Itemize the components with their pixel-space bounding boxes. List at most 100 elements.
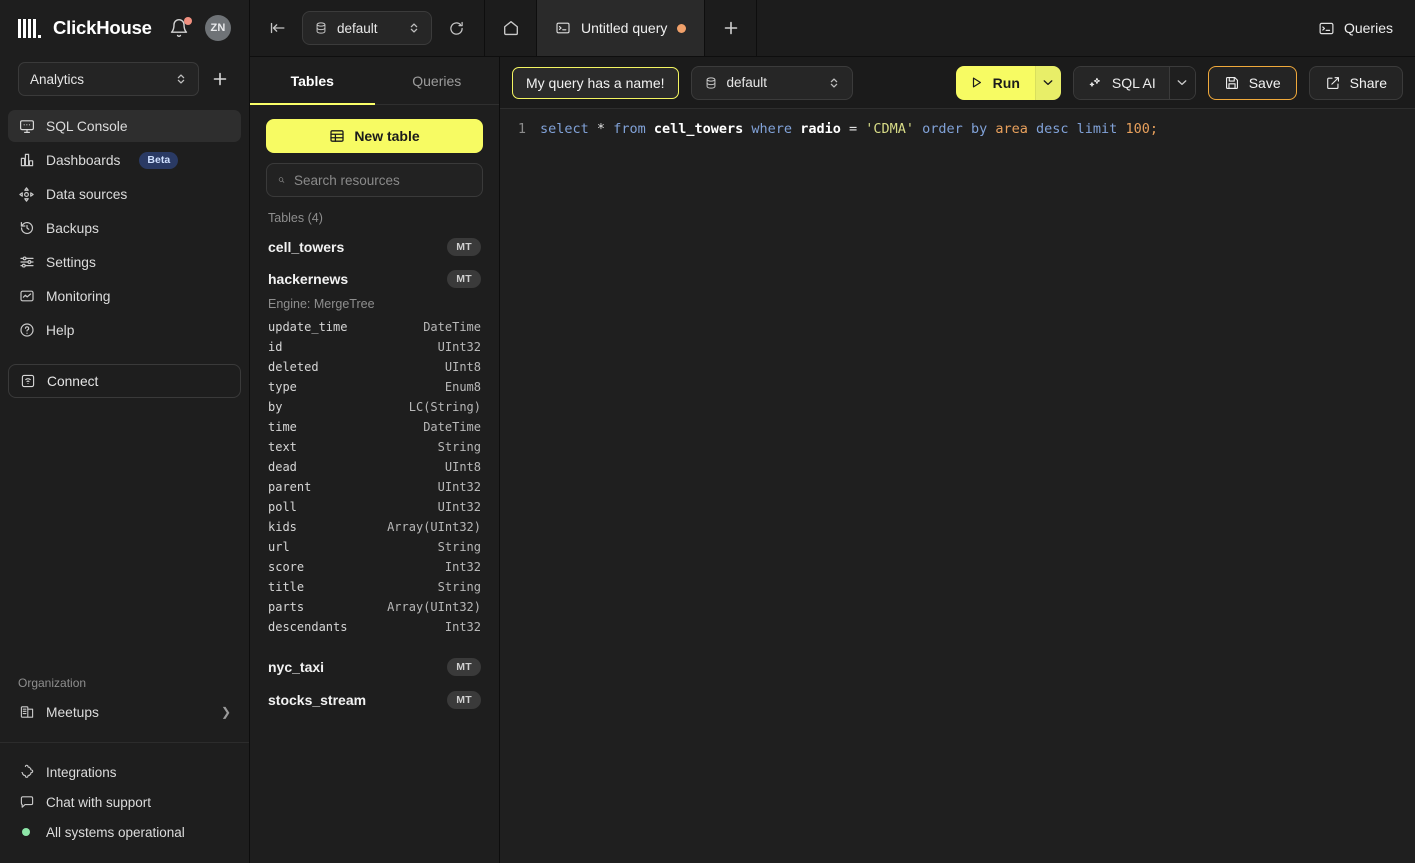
sql-editor[interactable]: 1 select * from cell_towers where radio … <box>500 109 1415 863</box>
column-name: type <box>268 380 445 394</box>
column-row: descendantsInt32 <box>250 617 499 637</box>
chevron-down-icon <box>1043 79 1053 86</box>
sql-ai-options-button[interactable] <box>1169 67 1195 99</box>
sidebar-nav: SQL Console Dashboards Beta Data sources <box>0 96 249 348</box>
column-name: kids <box>268 520 387 534</box>
footer-item-system-status[interactable]: All systems operational <box>8 817 241 847</box>
column-name: time <box>268 420 423 434</box>
column-row: partsArray(UInt32) <box>250 597 499 617</box>
column-type: UInt8 <box>445 460 481 474</box>
sidebar-item-label: Settings <box>46 255 96 270</box>
save-button[interactable]: Save <box>1208 66 1297 100</box>
sidebar-item-label: Monitoring <box>46 289 110 304</box>
chevron-right-icon: ❯ <box>221 705 231 719</box>
column-row: deadUInt8 <box>250 457 499 477</box>
run-options-button[interactable] <box>1035 66 1061 100</box>
table-row[interactable]: cell_towers MT <box>250 231 499 263</box>
tab-strip: Untitled query <box>484 0 757 56</box>
workspace-select[interactable]: Analytics <box>18 62 199 96</box>
sidebar-item-monitoring[interactable]: Monitoring <box>8 280 241 312</box>
database-selector[interactable]: default <box>302 11 432 45</box>
tab-queries[interactable]: Queries <box>375 57 500 104</box>
sparkles-icon <box>1087 75 1103 91</box>
column-type: UInt32 <box>438 340 481 354</box>
table-row[interactable]: stocks_stream MT <box>250 684 499 716</box>
collapse-panel-button[interactable] <box>268 18 288 38</box>
unsaved-changes-dot <box>677 24 686 33</box>
footer-item-integrations[interactable]: Integrations <box>8 757 241 787</box>
column-name: update_time <box>268 320 423 334</box>
engine-badge: MT <box>447 238 481 256</box>
queries-label: Queries <box>1344 20 1393 36</box>
sidebar-item-sql-console[interactable]: SQL Console <box>8 110 241 142</box>
tab-label: Untitled query <box>581 20 667 36</box>
engine-badge: MT <box>447 270 481 288</box>
new-table-wrapper: New table <box>250 105 499 153</box>
footer-item-label: Chat with support <box>46 795 151 810</box>
search-wrapper <box>250 153 499 197</box>
column-type: UInt8 <box>445 360 481 374</box>
code-line: 1 select * from cell_towers where radio … <box>500 119 1415 139</box>
add-workspace-button[interactable] <box>209 68 231 90</box>
data-sources-icon <box>18 186 35 203</box>
column-row: titleString <box>250 577 499 597</box>
column-row: urlString <box>250 537 499 557</box>
notifications-button[interactable] <box>169 18 189 38</box>
database-name: default <box>337 21 399 36</box>
sidebar-item-backups[interactable]: Backups <box>8 212 241 244</box>
avatar[interactable]: ZN <box>205 15 231 41</box>
chart-bar-icon <box>18 152 35 169</box>
topbar-left: default <box>250 0 484 56</box>
sql-ai-button[interactable]: SQL AI <box>1074 67 1169 99</box>
search-input[interactable] <box>294 173 471 188</box>
sidebar-item-label: Help <box>46 323 74 338</box>
collapse-panel-icon <box>269 19 287 37</box>
sidebar-item-meetups[interactable]: Meetups ❯ <box>8 696 241 728</box>
sliders-icon <box>18 254 35 271</box>
queries-nav-button[interactable]: Queries <box>1296 0 1415 56</box>
chat-icon <box>18 794 35 811</box>
tab-tables[interactable]: Tables <box>250 57 375 104</box>
column-row: timeDateTime <box>250 417 499 437</box>
query-database-selector[interactable]: default <box>691 66 853 100</box>
share-button[interactable]: Share <box>1309 66 1403 100</box>
new-table-button[interactable]: New table <box>266 119 483 153</box>
sidebar-item-label: Data sources <box>46 187 127 202</box>
query-name-value: My query has a name! <box>526 75 665 91</box>
tab-label: Queries <box>412 73 461 89</box>
table-name: stocks_stream <box>268 692 447 708</box>
column-name: score <box>268 560 445 574</box>
footer-item-chat-support[interactable]: Chat with support <box>8 787 241 817</box>
table-row[interactable]: hackernews MT <box>250 263 499 295</box>
column-type: String <box>438 540 481 554</box>
tab-untitled-query[interactable]: Untitled query <box>537 0 705 56</box>
resource-panel: Tables Queries New table <box>250 57 500 863</box>
table-row[interactable]: nyc_taxi MT <box>250 651 499 683</box>
refresh-button[interactable] <box>446 18 466 38</box>
chevron-updown-icon <box>175 72 187 86</box>
column-type: UInt32 <box>438 480 481 494</box>
search-icon <box>278 173 285 187</box>
resource-list: Tables (4) cell_towers MT hackernews MT … <box>250 197 499 863</box>
search-box[interactable] <box>266 163 483 197</box>
home-icon <box>502 19 520 37</box>
column-type: Int32 <box>445 620 481 634</box>
connect-button[interactable]: Connect <box>8 364 241 398</box>
sql-query-text[interactable]: select * from cell_towers where radio = … <box>536 119 1158 139</box>
sidebar-item-help[interactable]: Help <box>8 314 241 346</box>
sidebar-item-data-sources[interactable]: Data sources <box>8 178 241 210</box>
run-button[interactable]: Run <box>956 66 1035 100</box>
resource-tabs: Tables Queries <box>250 57 499 105</box>
sidebar-item-settings[interactable]: Settings <box>8 246 241 278</box>
run-button-group: Run <box>956 66 1061 100</box>
home-tab-button[interactable] <box>485 0 537 56</box>
query-name-input[interactable]: My query has a name! <box>512 67 679 99</box>
column-row: kidsArray(UInt32) <box>250 517 499 537</box>
console-icon <box>1318 20 1335 37</box>
chevron-updown-icon <box>408 21 420 35</box>
connect-label: Connect <box>47 374 98 389</box>
new-tab-button[interactable] <box>705 0 757 56</box>
sql-ai-button-group: SQL AI <box>1073 66 1196 100</box>
sidebar-item-label: Meetups <box>46 705 99 720</box>
sidebar-item-dashboards[interactable]: Dashboards Beta <box>8 144 241 176</box>
